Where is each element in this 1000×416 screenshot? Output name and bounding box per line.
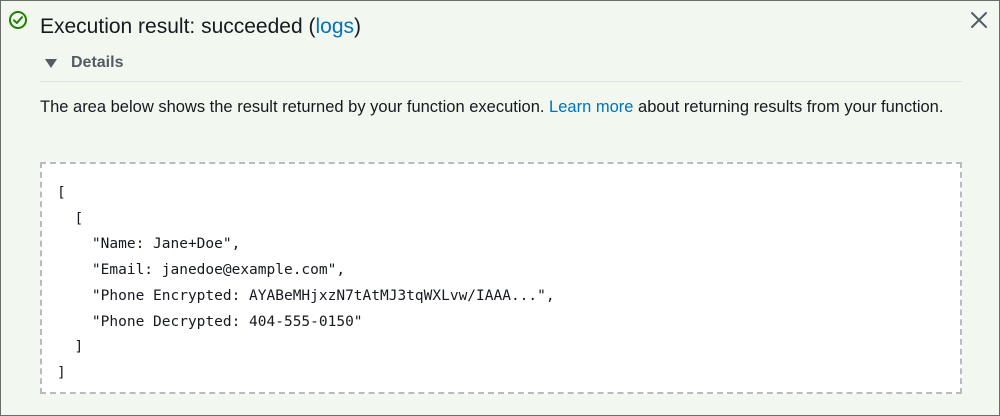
result-line: "Email: janedoe@example.com",: [57, 262, 346, 279]
check-circle-icon: [9, 11, 27, 29]
result-output-code: [ [ "Name: Jane+Doe", "Email: janedoe@ex…: [57, 181, 555, 387]
page-title: Execution result: succeeded (logs): [40, 13, 361, 41]
learn-more-link[interactable]: Learn more: [549, 98, 633, 116]
result-line: "Name: Jane+Doe",: [57, 236, 241, 253]
details-label: Details: [71, 54, 124, 71]
description-text-end: about returning results from your functi…: [633, 98, 944, 116]
result-line: "Phone Decrypted: 404-555-0150": [57, 313, 363, 330]
logs-link[interactable]: logs: [315, 15, 354, 38]
result-output-box: [ [ "Name: Jane+Doe", "Email: janedoe@ex…: [40, 162, 962, 394]
details-toggle[interactable]: Details: [45, 53, 123, 73]
title-suffix: ): [354, 15, 362, 38]
description-text: The area below shows the result returned…: [40, 98, 550, 116]
execution-result-panel: Execution result: succeeded (logs) Detai…: [0, 0, 1000, 416]
result-line: [: [57, 210, 84, 227]
title-text: Execution result: succeeded (: [40, 15, 316, 38]
close-icon[interactable]: [969, 10, 989, 30]
result-line: ]: [57, 339, 84, 356]
result-line: ]: [57, 364, 66, 381]
result-line: [: [57, 185, 66, 201]
divider: [40, 81, 962, 82]
result-description: The area below shows the result returned…: [40, 95, 970, 120]
result-line: "Phone Encrypted: AYABeMHjxzN7tAtMJ3tqWX…: [57, 287, 555, 304]
caret-down-icon: [45, 59, 57, 68]
